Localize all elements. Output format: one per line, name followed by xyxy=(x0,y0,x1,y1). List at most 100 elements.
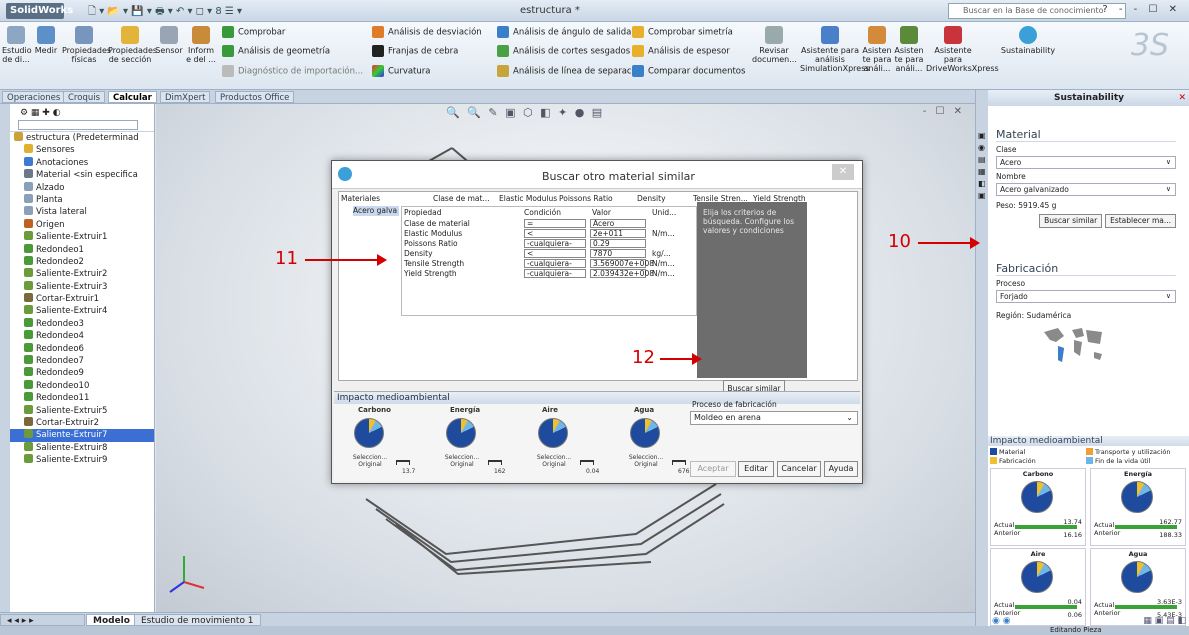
analysis-wizard-button-2[interactable]: Asisten te para análi... xyxy=(894,26,924,73)
cancel-button[interactable]: Cancelar xyxy=(777,461,821,477)
simulationxpress-button[interactable]: Asistente para análisis SimulationXpress xyxy=(800,26,870,73)
nav-arrows[interactable]: ◂ ◂ ▸ ▸ xyxy=(0,614,85,626)
zebra-stripes-button[interactable]: Franjas de cebra xyxy=(372,45,458,57)
criteria-value[interactable]: 2e+011 xyxy=(590,229,646,238)
tab-modelo[interactable]: Modelo xyxy=(86,614,137,626)
quick-access-toolbar[interactable]: 🗋 ▾ 📂 ▾ 💾 ▾ 🖶 ▾ ↶ ▾ ◻ ▾ 8 ☰ ▾ xyxy=(88,4,242,21)
analysis-wizard-button-1[interactable]: Asisten te para análi... xyxy=(862,26,892,73)
tree-item[interactable]: estructura (Predeterminad xyxy=(10,132,154,144)
tree-item[interactable]: Saliente-Extruir1 xyxy=(10,231,154,243)
section-properties-button[interactable]: Propiedades de sección xyxy=(108,26,157,64)
name-select[interactable]: Acero galvanizado xyxy=(996,183,1176,196)
report-button[interactable]: Inform e del ... xyxy=(186,26,216,64)
driveworksxpress-button[interactable]: Asistente para DriveWorksXpress xyxy=(926,26,999,73)
sustainability-button[interactable]: Sustainability xyxy=(1000,26,1056,55)
tree-item[interactable]: Cortar-Extruir2 xyxy=(10,416,154,429)
app-logo[interactable]: SolidWorks xyxy=(6,3,73,19)
tab-operaciones[interactable]: Operaciones xyxy=(2,91,66,103)
tree-item[interactable]: Material <sin especifica xyxy=(10,169,154,181)
class-select[interactable]: Acero xyxy=(996,156,1176,169)
tab-productos-office[interactable]: Productos Office xyxy=(215,91,295,103)
process-select[interactable]: Moldeo en arena ⌄ xyxy=(690,411,858,425)
criteria-condition[interactable]: = xyxy=(524,219,586,228)
criteria-value[interactable]: 7870 xyxy=(590,249,646,258)
tree-item[interactable]: Saliente-Extruir3 xyxy=(10,280,154,293)
import-diagnostics-button[interactable]: Diagnóstico de importación... xyxy=(222,65,363,77)
tree-item[interactable]: Anotaciones xyxy=(10,156,154,169)
tree-item[interactable]: Redondeo6 xyxy=(10,342,154,355)
tree-item[interactable]: Saliente-Extruir7 xyxy=(10,429,154,442)
criteria-condition[interactable]: -cualquiera- xyxy=(524,259,586,268)
tab-dimxpert[interactable]: DimXpert xyxy=(160,91,211,103)
impact-cell[interactable]: Energía Actual 162.77 Anterior 188.33 xyxy=(1090,468,1186,546)
thickness-analysis-button[interactable]: Análisis de espesor xyxy=(632,45,730,57)
task-pane-icons[interactable]: ▣ ◉ ▤ ▦ ◧ ▣ xyxy=(978,130,986,202)
curvature-button[interactable]: Curvatura xyxy=(372,65,430,77)
criteria-row[interactable]: Tensile Strength -cualquiera- 3.569007e+00… xyxy=(402,259,698,269)
tree-item[interactable]: Saliente-Extruir5 xyxy=(10,404,154,417)
criteria-condition[interactable]: -cualquiera- xyxy=(524,269,586,278)
window-controls[interactable]: ? - - ☐ ✕ xyxy=(1102,4,1181,15)
criteria-row[interactable]: Elastic Modulus <2e+011 N/m... xyxy=(402,229,698,239)
set-material-button[interactable]: Establecer ma... xyxy=(1105,214,1176,228)
tree-item[interactable]: Redondeo10 xyxy=(10,379,154,392)
tree-item[interactable]: Redondeo9 xyxy=(10,367,154,379)
design-study-button[interactable]: Estudio de di... xyxy=(2,26,32,64)
tree-tabs-icon[interactable]: ⚙ ▦ ✚ ◐ xyxy=(20,108,61,118)
tree-filter-input[interactable] xyxy=(18,120,138,130)
manufacturing-heading[interactable]: Fabricación xyxy=(996,262,1176,276)
help-button[interactable]: Ayuda xyxy=(824,461,858,477)
tree-item[interactable]: Redondeo4 xyxy=(10,330,154,342)
criteria-value[interactable]: 2.039432e+008 xyxy=(590,269,654,278)
impact-cell[interactable]: Agua Actual 3.63E-3 Anterior 5.43E-3 xyxy=(1090,548,1186,626)
criteria-condition[interactable]: -cualquiera- xyxy=(524,239,586,248)
tree-item[interactable]: Vista lateral xyxy=(10,206,154,218)
material-heading[interactable]: Material xyxy=(996,128,1176,142)
tree-item[interactable]: Redondeo7 xyxy=(10,355,154,367)
criteria-row[interactable]: Density <7870 kg/... xyxy=(402,249,698,259)
tree-item[interactable]: Saliente-Extruir4 xyxy=(10,305,154,317)
tree-item[interactable]: Origen xyxy=(10,218,154,231)
criteria-row[interactable]: Yield Strength -cualquiera- 2.039432e+008 N… xyxy=(402,269,698,279)
draft-analysis-button[interactable]: Análisis de ángulo de salida xyxy=(497,26,631,38)
tree-item[interactable]: Redondeo2 xyxy=(10,255,154,268)
tree-item[interactable]: Redondeo3 xyxy=(10,317,154,330)
panel-footer-tools[interactable]: ▦ ▣ ▤ ◧ xyxy=(1143,616,1186,626)
geometry-analysis-button[interactable]: Análisis de geometría xyxy=(222,45,330,57)
criteria-value[interactable]: Acero xyxy=(590,219,646,228)
tree-item[interactable]: Planta xyxy=(10,193,154,206)
review-document-button[interactable]: Revisar documen... xyxy=(752,26,797,64)
find-similar-panel-button[interactable]: Buscar similar xyxy=(1039,214,1103,228)
knowledge-search-input[interactable]: Buscar en la Base de conocimiento xyxy=(948,3,1126,19)
tree-item[interactable]: Sensores xyxy=(10,144,154,156)
impact-cell[interactable]: Aire Actual 0.04 Anterior 0.06 xyxy=(990,548,1086,626)
check-button[interactable]: Comprobar xyxy=(222,26,285,38)
accept-button[interactable]: Aceptar xyxy=(690,461,736,477)
mass-properties-button[interactable]: Propiedades físicas xyxy=(62,26,111,64)
material-row[interactable]: Acero galva xyxy=(353,206,399,216)
process-select[interactable]: Forjado xyxy=(996,290,1176,303)
parting-line-analysis-button[interactable]: Análisis de línea de separación xyxy=(497,65,645,77)
world-map[interactable] xyxy=(1038,322,1108,370)
symmetry-check-button[interactable]: Comprobar simetría xyxy=(632,26,733,38)
tree-item[interactable]: Redondeo1 xyxy=(10,243,154,256)
tree-item[interactable]: Alzado xyxy=(10,181,154,194)
tree-item[interactable]: Saliente-Extruir9 xyxy=(10,454,154,466)
tree-item[interactable]: Saliente-Extruir8 xyxy=(10,441,154,454)
edit-button[interactable]: Editar xyxy=(738,461,774,477)
deviation-analysis-button[interactable]: Análisis de desviación xyxy=(372,26,482,38)
tree-item[interactable]: Redondeo11 xyxy=(10,392,154,404)
tab-croquis[interactable]: Croquis xyxy=(63,91,106,103)
criteria-condition[interactable]: < xyxy=(524,249,586,258)
close-icon[interactable]: ✕ xyxy=(1178,90,1186,106)
tree-item[interactable]: Saliente-Extruir2 xyxy=(10,268,154,280)
criteria-condition[interactable]: < xyxy=(524,229,586,238)
sensor-button[interactable]: Sensor xyxy=(154,26,184,55)
undercut-analysis-button[interactable]: Análisis de cortes sesgados xyxy=(497,45,630,57)
tab-motion-study[interactable]: Estudio de movimiento 1 xyxy=(134,614,261,626)
compare-documents-button[interactable]: Comparar documentos xyxy=(632,65,745,77)
criteria-row[interactable]: Clase de material = Acero xyxy=(402,219,698,229)
panel-footer-icons[interactable]: ◉ ◉ xyxy=(992,616,1011,626)
measure-button[interactable]: Medir xyxy=(32,26,60,55)
tab-calcular[interactable]: Calcular xyxy=(108,91,157,103)
